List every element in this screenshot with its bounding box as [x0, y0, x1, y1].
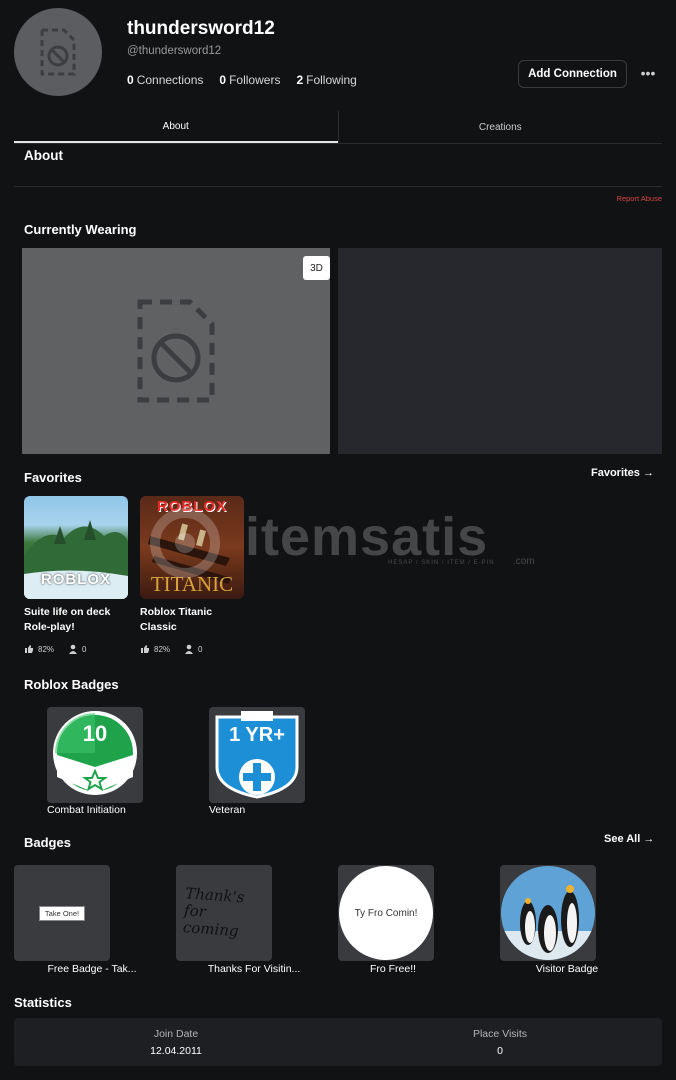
person-icon [185, 644, 194, 654]
penguins-image-icon [501, 866, 595, 960]
toggle-3d-button[interactable]: 3D [303, 256, 330, 280]
players-stat: 0 [68, 644, 86, 654]
join-date-value: 12.04.2011 [150, 1044, 202, 1057]
watermark-suffix: .com [513, 556, 535, 567]
about-heading: About [24, 148, 63, 163]
thumbnail-logo-text: TITANIC [150, 572, 234, 596]
watermark-subtext: HESAP / SKIN / ITEM / E-PIN [388, 560, 495, 566]
about-divider [14, 186, 662, 187]
badge-card[interactable] [500, 865, 596, 961]
badge-white-circle: Ty Fro Comin! [339, 866, 433, 960]
person-icon [69, 644, 78, 654]
roblox-badge-combat-initiation[interactable]: 10 [47, 707, 143, 803]
username-handle: @thundersword12 [127, 45, 222, 57]
favorites-link[interactable]: Favorites → [591, 467, 654, 479]
broken-image-icon [40, 28, 76, 76]
connections-link[interactable]: 0 Connections [127, 73, 203, 87]
badge-card[interactable]: Ty Fro Comin! [338, 865, 434, 961]
report-abuse-link[interactable]: Report Abuse [617, 194, 662, 203]
thumbnail-logo-text: ROBLOX [40, 571, 112, 588]
more-options-icon[interactable]: ••• [638, 64, 658, 84]
see-all-badges-link[interactable]: See All → [604, 833, 654, 845]
rating-stat: 82% [24, 644, 54, 654]
badge-icon-text: 1 YR+ [229, 724, 285, 746]
game-title[interactable]: Suite life on deck Role-play! [24, 605, 128, 635]
badge-name[interactable]: Fro Free!! [333, 963, 453, 975]
place-visits-stat: Place Visits 0 [338, 1018, 662, 1066]
badges-heading: Badges [24, 835, 71, 850]
rating-stat: 82% [140, 644, 170, 654]
social-stats: 0 Connections 0 Followers 2 Following [127, 73, 357, 87]
badge-name[interactable]: Free Badge - Tak... [32, 963, 152, 975]
wearing-items-panel [338, 248, 662, 454]
avatar-preview [22, 248, 330, 454]
add-connection-button[interactable]: Add Connection [518, 60, 627, 88]
currently-wearing-heading: Currently Wearing [24, 222, 137, 237]
badge-card[interactable]: Take One! [14, 865, 110, 961]
badge-name[interactable]: Visitor Badge [507, 963, 627, 975]
favorites-heading: Favorites [24, 470, 82, 485]
game-stats: 82% 0 [24, 644, 86, 654]
badge-image-text: Ty Fro Comin! [354, 907, 418, 919]
badge-image-text: Take One! [38, 905, 86, 921]
thumbnail-logo-text: ROBLOX [156, 498, 228, 515]
favorite-game-card[interactable]: ROBLOX TITANIC Roblox Titanic Classic 82… [140, 496, 244, 654]
statistics-heading: Statistics [14, 995, 72, 1010]
followers-link[interactable]: 0 Followers [219, 73, 280, 87]
place-visits-value: 0 [497, 1044, 503, 1057]
tab-creations[interactable]: Creations [339, 111, 663, 143]
game-title[interactable]: Roblox Titanic Classic [140, 605, 244, 635]
badge-icon-text: 10 [82, 721, 108, 746]
players-stat: 0 [184, 644, 202, 654]
roblox-badge-name[interactable]: Veteran [209, 804, 245, 816]
thumbs-up-icon [141, 645, 149, 653]
game-thumbnail[interactable]: ROBLOX [24, 496, 128, 599]
badge-name[interactable]: Thanks For Visitin... [194, 963, 314, 975]
roblox-badges-heading: Roblox Badges [24, 677, 119, 692]
join-date-stat: Join Date 12.04.2011 [14, 1018, 338, 1066]
thumbs-up-icon [25, 645, 33, 653]
game-stats: 82% 0 [140, 644, 202, 654]
avatar[interactable] [14, 8, 102, 96]
join-date-label: Join Date [153, 1027, 199, 1040]
profile-tabs: About Creations [14, 111, 662, 144]
veteran-badge-icon [215, 711, 299, 799]
favorite-game-card[interactable]: ROBLOX Suite life on deck Role-play! 82%… [24, 496, 128, 654]
broken-image-icon [137, 299, 215, 403]
roblox-badge-veteran[interactable]: 1 YR+ [209, 707, 305, 803]
display-name: thundersword12 [127, 18, 275, 39]
place-visits-label: Place Visits [472, 1027, 528, 1040]
following-link[interactable]: 2 Following [296, 73, 356, 87]
badge-image-text: Thank's for coming [182, 883, 245, 940]
game-thumbnail[interactable]: ROBLOX TITANIC [140, 496, 244, 599]
tab-about[interactable]: About [14, 111, 338, 143]
badge-card[interactable]: Thank's for coming [176, 865, 272, 961]
watermark-text: itemsatis [245, 507, 489, 567]
roblox-badge-name[interactable]: Combat Initiation [47, 804, 126, 816]
statistics-panel: Join Date 12.04.2011 Place Visits 0 [14, 1018, 662, 1066]
